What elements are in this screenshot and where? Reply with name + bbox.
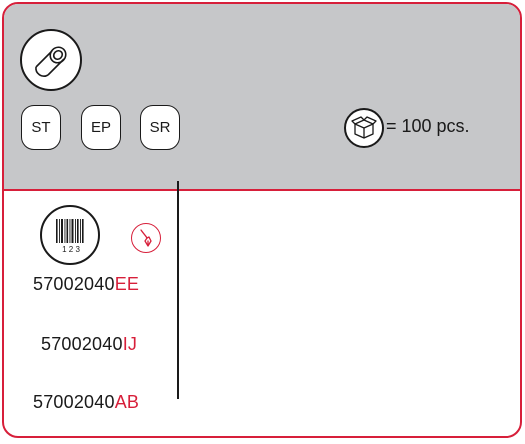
product-code: 57002040EE [33,274,139,295]
product-code-base: 57002040 [41,334,123,354]
vertical-divider [177,181,179,399]
roll-button[interactable] [20,29,82,91]
roll-icon [35,46,67,77]
barcode-badge: 1 2 3 [40,205,100,265]
product-code-suffix: AB [114,392,140,412]
sr-button-label: SR [149,119,171,136]
barcode-icon: 1 2 3 [56,219,84,254]
product-code: 57002040IJ [41,334,137,355]
box-icon [351,116,377,139]
ep-button-label: EP [90,119,111,136]
sr-button[interactable]: SR [140,105,180,150]
quantity-text: = 100 pcs. [386,116,470,136]
pen-badge [131,223,161,253]
product-card: ST EP SR = 100 pcs. 1 2 3 57002040EE 570… [2,2,522,438]
card-header: ST EP SR = 100 pcs. [4,4,520,191]
st-button-label: ST [31,119,51,136]
product-code-suffix: IJ [122,334,138,354]
ep-button[interactable]: EP [81,105,121,150]
product-code-suffix: EE [114,274,140,294]
product-code-base: 57002040 [33,392,115,412]
product-code-base: 57002040 [33,274,115,294]
product-code: 57002040AB [33,392,139,413]
st-button[interactable]: ST [21,105,61,150]
pen-icon [140,229,152,247]
box-quantity-badge [344,108,384,148]
barcode-digits: 1 2 3 [62,245,80,254]
